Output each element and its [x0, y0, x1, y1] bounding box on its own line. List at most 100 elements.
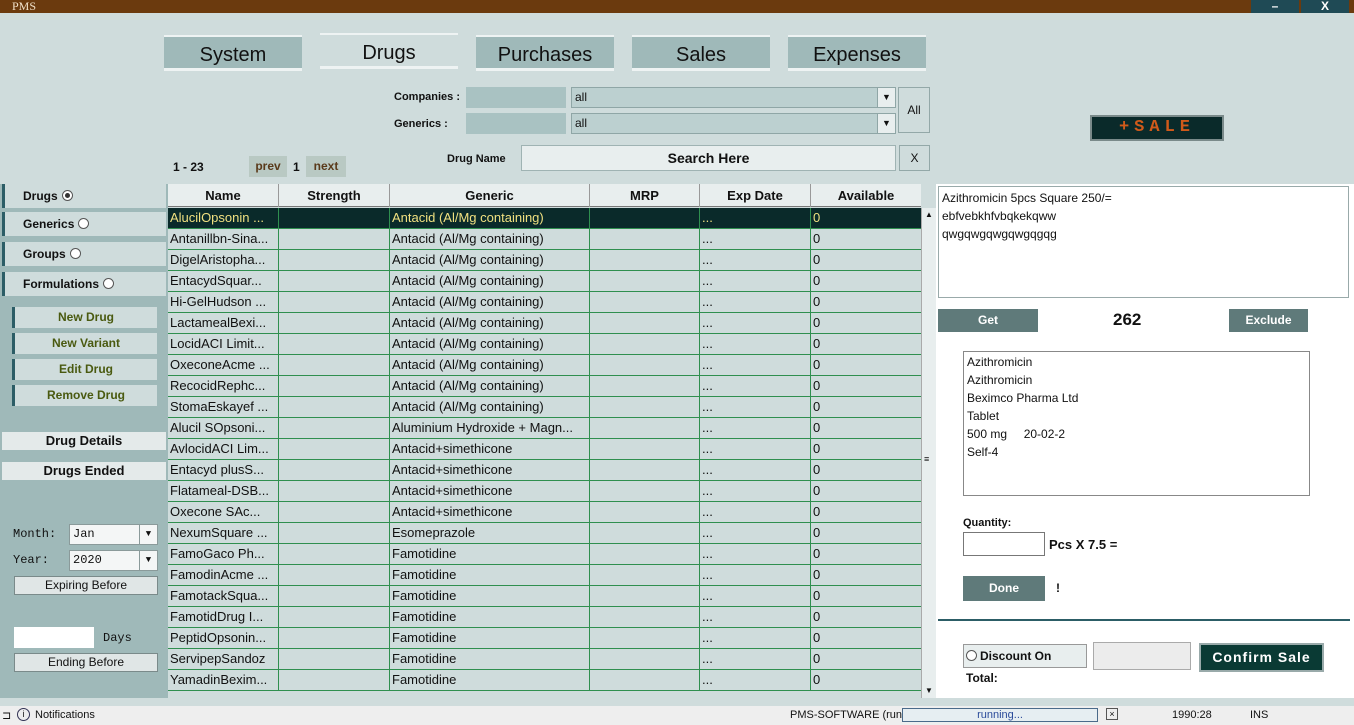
table-row[interactable]: FamodinAcme ... Famotidine... 0 — [168, 565, 921, 586]
get-button[interactable]: Get — [938, 309, 1038, 332]
scroll-up-icon[interactable]: ▲ — [922, 208, 936, 222]
cell-available: 0 — [813, 441, 821, 456]
table-row[interactable]: Oxecone SAc... Antacid+simethicone... 0 — [168, 502, 921, 523]
sidebar-item-generics[interactable]: Generics — [2, 212, 166, 236]
cell-exp-date: ... — [700, 460, 811, 480]
companies-code-field[interactable] — [466, 87, 566, 108]
sidebar-item-groups[interactable]: Groups — [2, 242, 166, 266]
tab-drugs[interactable]: Drugs — [320, 33, 458, 69]
cell-exp-date: ... — [700, 208, 811, 228]
sidebar-item-formulations[interactable]: Formulations — [2, 272, 166, 296]
notifications-link[interactable]: Notifications — [35, 709, 95, 721]
sale-note-area[interactable]: Azithromicin 5pcs Square 250/= ebfvebkhf… — [938, 186, 1349, 298]
table-row[interactable]: EntacydSquar... Antacid (Al/Mg containing… — [168, 271, 921, 292]
chevron-down-icon[interactable]: ▼ — [877, 88, 895, 107]
generics-code-field[interactable] — [466, 113, 566, 134]
table-row[interactable]: YamadinBexim... Famotidine... 0 — [168, 670, 921, 691]
radio-selected-icon[interactable] — [61, 190, 73, 202]
next-page-button[interactable]: next — [306, 156, 346, 177]
new-sale-button[interactable]: +SALE — [1090, 115, 1224, 141]
companies-select[interactable]: all ▼ — [571, 87, 896, 108]
cell-generic: Antacid (Al/Mg containing) — [390, 208, 590, 228]
table-row[interactable]: ServipepSandoz Famotidine... 0 — [168, 649, 921, 670]
discount-input[interactable] — [1093, 642, 1191, 670]
expiring-before-button[interactable]: Expiring Before — [14, 576, 158, 595]
column-header-name[interactable]: Name — [168, 184, 279, 207]
column-header-strength[interactable]: Strength — [279, 184, 390, 207]
column-header-mrp[interactable]: MRP — [590, 184, 700, 207]
table-row[interactable]: Entacyd plusS... Antacid+simethicone... 0 — [168, 460, 921, 481]
table-row[interactable]: FamotackSqua... Famotidine... 0 — [168, 586, 921, 607]
table-row[interactable]: StomaEskayef ... Antacid (Al/Mg containin… — [168, 397, 921, 418]
discount-toggle[interactable]: Discount On Total: — [963, 644, 1087, 685]
clear-search-button[interactable]: X — [899, 145, 930, 171]
table-row[interactable]: Hi-GelHudson ... Antacid (Al/Mg containin… — [168, 292, 921, 313]
radio-icon[interactable] — [966, 650, 977, 662]
minimize-button[interactable]: – — [1251, 0, 1299, 13]
drug-details-button[interactable]: Drug Details — [2, 432, 166, 450]
month-select[interactable]: Jan ▼ — [69, 524, 158, 545]
table-row[interactable]: RecocidRephc... Antacid (Al/Mg containing… — [168, 376, 921, 397]
cell-exp-date: ... — [700, 397, 811, 417]
new-variant-button[interactable]: New Variant — [12, 333, 157, 354]
table-row[interactable]: AlucilOpsonin ... Antacid (Al/Mg containi… — [168, 208, 921, 229]
year-select[interactable]: 2020 ▼ — [69, 550, 158, 571]
ending-before-button[interactable]: Ending Before — [14, 653, 158, 672]
table-row[interactable]: PeptidOpsonin... Famotidine... 0 — [168, 628, 921, 649]
column-header-exp-date[interactable]: Exp Date — [700, 184, 811, 207]
radio-icon[interactable] — [103, 278, 115, 290]
scroll-grip-icon[interactable]: ≡ — [924, 454, 929, 464]
exclude-button[interactable]: Exclude — [1229, 309, 1308, 332]
prev-page-button[interactable]: prev — [249, 156, 287, 177]
table-row[interactable]: AvlocidACI Lim... Antacid+simethicone... 0 — [168, 439, 921, 460]
search-input[interactable]: Search Here — [521, 145, 896, 171]
info-icon[interactable]: i — [17, 708, 30, 721]
all-filter-button[interactable]: All — [898, 87, 930, 133]
table-row[interactable]: NexumSquare ... Esomeprazole... 0 — [168, 523, 921, 544]
drugs-table: Name Strength Generic MRP Exp Date Avail… — [168, 184, 936, 698]
panel-icon[interactable]: ⊐ — [2, 709, 11, 722]
table-row[interactable]: Alucil SOpsoni... Aluminium Hydroxide + M… — [168, 418, 921, 439]
done-button[interactable]: Done — [963, 576, 1045, 601]
table-scrollbar[interactable]: ▲ ≡ ▼ — [921, 208, 936, 698]
tab-sales[interactable]: Sales — [632, 35, 770, 71]
quantity-input[interactable] — [963, 532, 1045, 556]
radio-icon[interactable] — [69, 248, 81, 260]
remove-drug-button[interactable]: Remove Drug — [12, 385, 157, 406]
table-row[interactable]: LactamealBexi... Antacid (Al/Mg containin… — [168, 313, 921, 334]
drugs-ended-button[interactable]: Drugs Ended — [2, 462, 166, 480]
scroll-down-icon[interactable]: ▼ — [922, 684, 936, 698]
generics-select[interactable]: all ▼ — [571, 113, 896, 134]
sidebar-item-label: Groups — [23, 247, 66, 261]
table-row[interactable]: Antanillbn-Sina... Antacid (Al/Mg contain… — [168, 229, 921, 250]
edit-drug-button[interactable]: Edit Drug — [12, 359, 157, 380]
days-input[interactable] — [14, 627, 94, 648]
sidebar-item-drugs[interactable]: Drugs — [2, 184, 166, 208]
chevron-down-icon[interactable]: ▼ — [139, 525, 157, 544]
tab-expenses[interactable]: Expenses — [788, 35, 926, 71]
table-row[interactable]: FamoGaco Ph... Famotidine... 0 — [168, 544, 921, 565]
chevron-down-icon[interactable]: ▼ — [877, 114, 895, 133]
table-row[interactable]: FamotidDrug I... Famotidine... 0 — [168, 607, 921, 628]
column-header-generic[interactable]: Generic — [390, 184, 590, 207]
table-row[interactable]: DigelAristopha... Antacid (Al/Mg containi… — [168, 250, 921, 271]
cell-name: AvlocidACI Lim... — [168, 439, 279, 459]
tab-system[interactable]: System — [164, 35, 302, 71]
close-button[interactable]: X — [1301, 0, 1349, 13]
new-drug-button[interactable]: New Drug — [12, 307, 157, 328]
table-row[interactable]: LocidACI Limit... Antacid (Al/Mg containi… — [168, 334, 921, 355]
cell-mrp — [590, 544, 700, 564]
table-row[interactable]: Flatameal-DSB... Antacid+simethicone... 0 — [168, 481, 921, 502]
chevron-down-icon[interactable]: ▼ — [139, 551, 157, 570]
cell-strength — [279, 628, 390, 648]
tab-purchases[interactable]: Purchases — [476, 35, 614, 71]
cell-mrp — [590, 670, 700, 690]
stop-process-icon[interactable]: × — [1106, 708, 1118, 720]
cell-exp-date: ... — [700, 355, 811, 375]
column-header-available[interactable]: Available — [811, 184, 921, 207]
cell-mrp — [590, 376, 700, 396]
table-row[interactable]: OxeconeAcme ... Antacid (Al/Mg containing… — [168, 355, 921, 376]
radio-icon[interactable] — [78, 218, 90, 230]
confirm-sale-button[interactable]: Confirm Sale — [1199, 643, 1324, 672]
cell-generic: Antacid (Al/Mg containing) — [390, 313, 590, 333]
